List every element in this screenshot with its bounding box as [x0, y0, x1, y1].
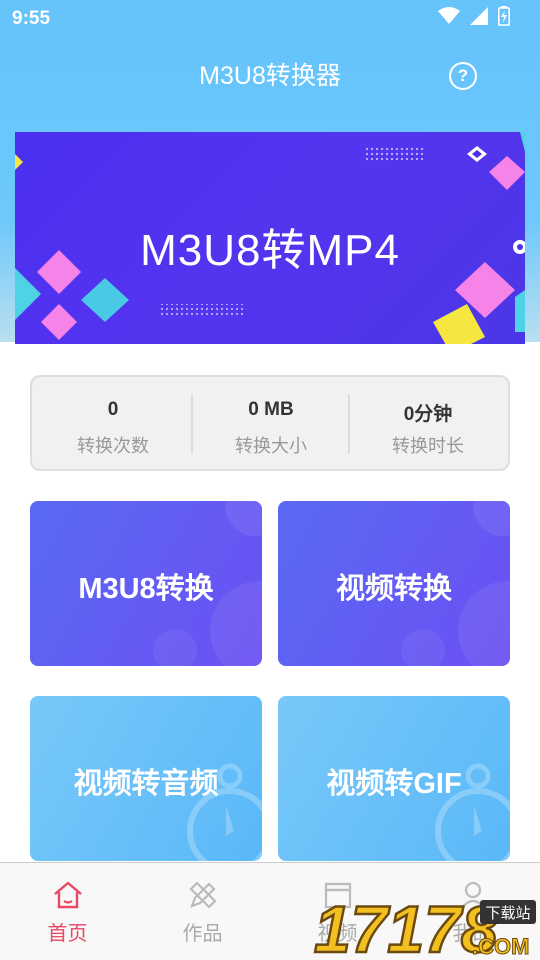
stat-label: 转换大小 [235, 436, 307, 456]
svg-text:下载站: 下载站 [485, 904, 530, 922]
banner[interactable]: M3U8转MP4 [15, 132, 525, 344]
tile-m3u8-convert[interactable]: M3U8转换 [30, 501, 262, 666]
help-icon: ? [457, 66, 469, 85]
tile-video-to-audio[interactable]: 视频转音频 [30, 696, 262, 861]
svg-text:17178: 17178 [314, 892, 498, 960]
tile-label: M3U8转换 [78, 573, 214, 605]
tile-label: 视频转GIF [326, 768, 462, 800]
stat-conversion-duration: 0分钟 转换时长 [349, 377, 507, 469]
stat-value: 0 [107, 399, 119, 420]
tile-label: 视频转音频 [73, 768, 219, 800]
signal-icon [470, 7, 488, 25]
tile-label: 视频转换 [335, 573, 452, 605]
nav-item-works[interactable]: 作品 [135, 863, 270, 960]
battery-charging-icon [498, 6, 510, 26]
wifi-icon [438, 7, 460, 24]
nav-label: 首页 [47, 923, 88, 945]
pencil-ruler-icon [189, 881, 217, 909]
tile-video-convert[interactable]: 视频转换 [278, 501, 510, 666]
help-button[interactable]: ? [449, 62, 477, 90]
svg-text:.COM: .COM [472, 934, 529, 959]
nav-label: 作品 [182, 923, 223, 945]
stat-conversion-count: 0 转换次数 [34, 377, 192, 469]
status-time: 9:55 [12, 8, 51, 29]
stats-card: 0 转换次数 0 MB 转换大小 0分钟 转换时长 [30, 375, 510, 471]
stat-conversion-size: 0 MB 转换大小 [192, 377, 350, 469]
stat-label: 转换次数 [77, 436, 149, 456]
watermark-logo: 17178 .COM 下载站 [313, 891, 536, 960]
nav-item-home[interactable]: 首页 [0, 863, 135, 960]
stat-label: 转换时长 [392, 436, 464, 456]
home-icon [54, 881, 82, 909]
status-icons [438, 6, 510, 26]
banner-title: M3U8转MP4 [140, 226, 400, 275]
status-bar: 9:55 [0, 0, 540, 36]
stat-value: 0分钟 [403, 404, 453, 425]
tile-video-to-gif[interactable]: 视频转GIF [278, 696, 510, 861]
stat-value: 0 MB [248, 399, 294, 420]
